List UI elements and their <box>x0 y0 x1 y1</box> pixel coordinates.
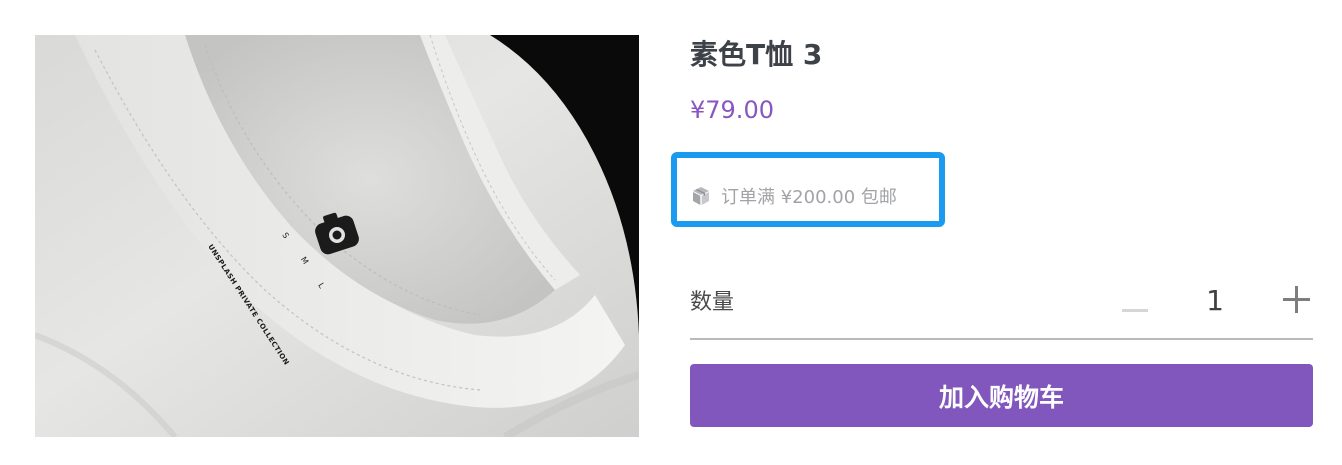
minus-icon[interactable] <box>1120 280 1150 320</box>
product-title: 素色T恤 3 <box>690 38 823 71</box>
product-info: 素色T恤 3 ¥79.00 订单满 ¥200.00 包邮 数量 加入购物车 <box>671 0 1313 465</box>
box-icon <box>690 185 712 207</box>
product-page: UNSPLASH PRIVATE COLLECTION S M L 素色T恤 3… <box>0 0 1342 465</box>
plus-icon[interactable] <box>1283 286 1311 314</box>
tag-size-m: M <box>298 255 311 266</box>
add-to-cart-button[interactable]: 加入购物车 <box>690 364 1313 427</box>
tag-size-l: L <box>316 281 327 290</box>
tag-sizes: S M L <box>280 231 343 301</box>
product-price: ¥79.00 <box>690 96 774 124</box>
quantity-input[interactable] <box>1185 282 1245 318</box>
quantity-label: 数量 <box>690 290 735 315</box>
quantity-row: 数量 <box>690 270 1313 340</box>
free-shipping-text: 订单满 ¥200.00 包邮 <box>721 187 897 208</box>
free-shipping-note: 订单满 ¥200.00 包邮 <box>690 183 897 209</box>
product-image: UNSPLASH PRIVATE COLLECTION S M L <box>35 35 639 437</box>
